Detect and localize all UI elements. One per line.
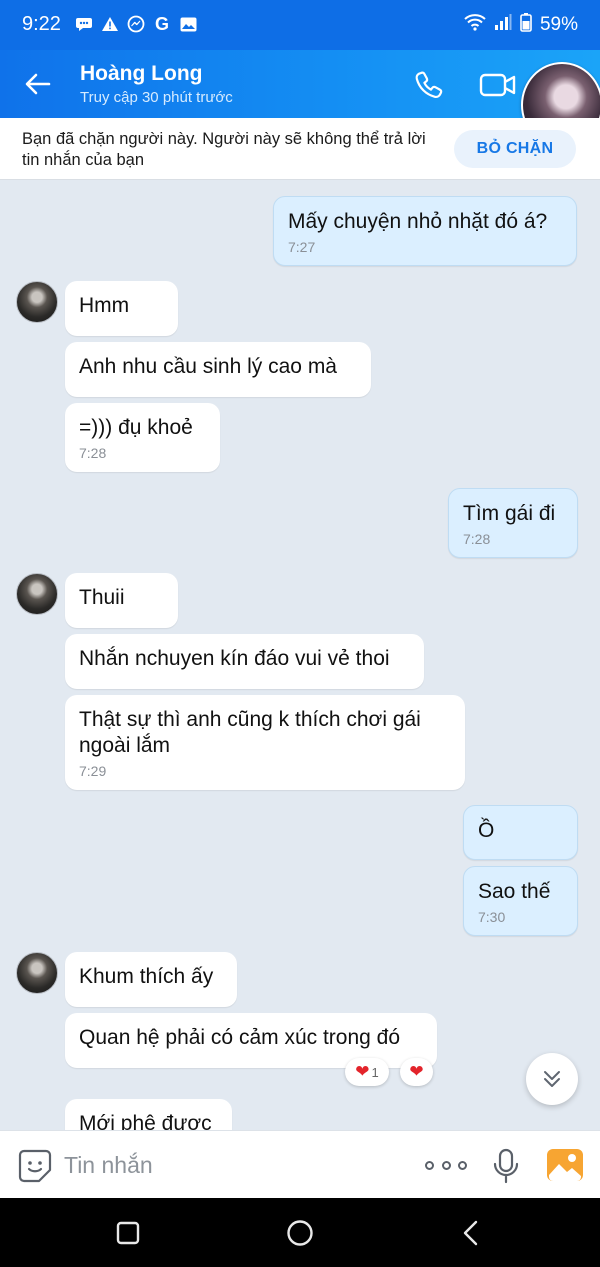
message-text: Mấy chuyện nhỏ nhặt đó á? <box>288 210 548 233</box>
message-time: 7:27 <box>288 239 316 255</box>
chat-area[interactable]: Mấy chuyện nhỏ nhặt đó á? 7:27 Hmm Anh n… <box>0 181 600 1130</box>
message-input[interactable] <box>64 1147 404 1183</box>
message-time: 7:28 <box>463 531 491 547</box>
message-text: Nhắn nchuyen kín đáo vui vẻ thoi <box>79 647 390 670</box>
home-button[interactable] <box>285 1218 315 1248</box>
wifi-icon <box>464 13 486 37</box>
message-bubble[interactable]: Tìm gái đi 7:28 <box>448 488 578 558</box>
arrow-left-icon <box>25 73 51 95</box>
message-bubble[interactable]: Hmm <box>65 281 178 336</box>
message-bubble[interactable]: =))) đụ khoẻ 7:28 <box>65 403 220 472</box>
recents-icon <box>116 1221 140 1245</box>
message-text: Ồ <box>478 819 495 842</box>
system-back-button[interactable] <box>457 1218 487 1248</box>
blocked-notice-text: Bạn đã chặn người này. Người này sẽ khôn… <box>22 130 426 169</box>
message-text: Tìm gái đi <box>463 502 556 525</box>
heart-icon: ❤ <box>409 1062 424 1081</box>
scroll-to-bottom-button[interactable] <box>526 1053 578 1105</box>
gallery-button[interactable] <box>546 1148 584 1182</box>
recent-apps-button[interactable] <box>113 1218 143 1248</box>
blocked-banner: Bạn đã chặn người này. Người này sẽ khôn… <box>0 118 600 180</box>
message-text: Hmm <box>79 294 130 317</box>
battery-percent: 59% <box>539 14 578 35</box>
unblock-button[interactable]: BỎ CHẶN <box>454 130 576 168</box>
message-bubble[interactable]: Anh nhu cầu sinh lý cao mà <box>65 342 371 397</box>
message-bubble[interactable]: Ồ <box>463 805 578 860</box>
voice-record-button[interactable] <box>492 1148 520 1184</box>
sticker-icon <box>18 1149 52 1183</box>
avatar[interactable] <box>16 573 58 615</box>
message-bubble[interactable]: Khum thích ấy <box>65 952 237 1007</box>
message-text: =))) đụ khoẻ <box>79 416 193 439</box>
chat-header: Hoàng Long Truy cập 30 phút trước <box>0 50 600 118</box>
image-gallery-icon <box>547 1149 583 1181</box>
message-bubble[interactable]: Mới phê được <box>65 1099 232 1130</box>
react-button[interactable]: ❤ <box>400 1058 433 1086</box>
message-text: Sao thế <box>478 880 551 903</box>
reaction-count: 1 <box>371 1064 379 1080</box>
message-text: Mới phê được <box>79 1112 212 1130</box>
battery-icon <box>520 12 532 38</box>
message-text: Thật sự thì anh cũng k thích chơi gái ng… <box>79 708 421 757</box>
image-icon <box>178 14 198 34</box>
video-call-button[interactable] <box>479 69 517 101</box>
message-time: 7:28 <box>79 445 107 461</box>
message-bubble[interactable]: Thuii <box>65 573 178 628</box>
chevron-left-icon <box>463 1220 478 1246</box>
heart-icon: ❤ <box>355 1062 370 1081</box>
message-bubble[interactable]: Mấy chuyện nhỏ nhặt đó á? 7:27 <box>273 196 577 266</box>
reaction-badge[interactable]: ❤ 1 <box>345 1058 389 1086</box>
contact-status: Truy cập 30 phút trước <box>80 89 233 106</box>
dot-icon <box>458 1160 467 1170</box>
message-text: Anh nhu cầu sinh lý cao mà <box>79 355 337 378</box>
status-bar: 9:22 G 59% <box>0 0 600 50</box>
avatar[interactable] <box>16 281 58 323</box>
avatar[interactable] <box>16 952 58 994</box>
message-bubble[interactable]: Sao thế 7:30 <box>463 866 578 936</box>
sticker-button[interactable] <box>18 1149 52 1183</box>
message-text: Thuii <box>79 586 125 609</box>
call-button[interactable] <box>412 68 446 102</box>
status-time: 9:22 <box>22 13 61 35</box>
composer-bar <box>0 1130 600 1198</box>
dot-icon <box>425 1160 434 1170</box>
contact-name[interactable]: Hoàng Long <box>80 62 202 86</box>
message-text: Khum thích ấy <box>79 965 214 988</box>
microphone-icon <box>493 1148 519 1184</box>
home-icon <box>287 1220 313 1246</box>
double-chevron-down-icon <box>544 1071 560 1087</box>
more-options-button[interactable] <box>425 1153 467 1177</box>
google-icon: G <box>154 13 169 34</box>
notification-icons: G <box>74 14 198 34</box>
warning-icon <box>100 14 120 34</box>
status-right: 59% <box>464 12 578 38</box>
signal-icon <box>494 13 512 37</box>
message-text: Quan hệ phải có cảm xúc trong đó <box>79 1026 401 1049</box>
message-bubble[interactable]: Nhắn nchuyen kín đáo vui vẻ thoi <box>65 634 424 689</box>
system-nav-bar <box>0 1198 600 1267</box>
chat-bubble-icon <box>74 14 94 34</box>
back-button[interactable] <box>22 68 54 100</box>
messenger-icon <box>126 14 146 34</box>
video-camera-icon <box>479 73 516 97</box>
message-time: 7:29 <box>79 763 107 779</box>
dot-icon <box>441 1160 451 1170</box>
phone-icon <box>415 71 443 99</box>
message-time: 7:30 <box>478 909 506 925</box>
message-bubble[interactable]: Thật sự thì anh cũng k thích chơi gái ng… <box>65 695 465 790</box>
